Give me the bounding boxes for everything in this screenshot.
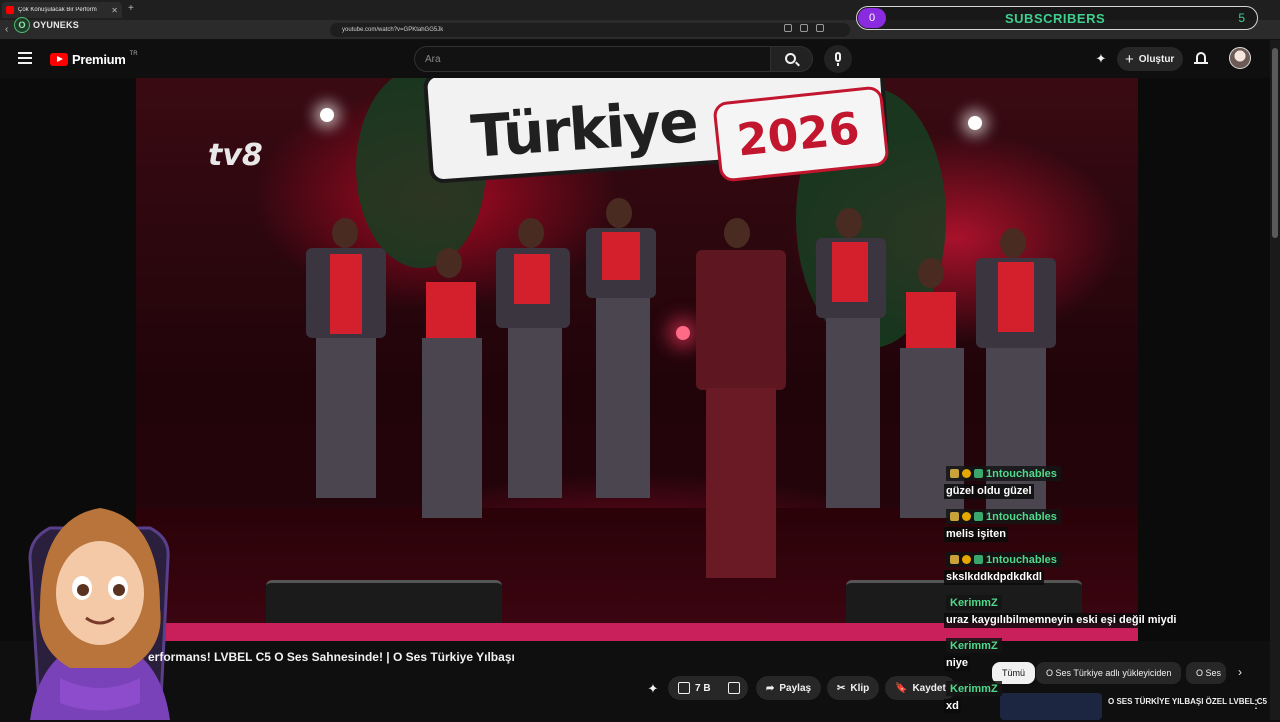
more-options-icon[interactable]: ⋮ bbox=[1250, 697, 1262, 711]
voice-search-button[interactable] bbox=[824, 45, 852, 73]
gift-badge-icon bbox=[974, 512, 983, 521]
create-button[interactable]: + Oluştur bbox=[1117, 47, 1183, 71]
like-count: 7 B bbox=[695, 682, 711, 694]
create-label: Oluştur bbox=[1138, 53, 1175, 65]
channel-watermark: tv8 bbox=[208, 138, 263, 173]
stream-chat-overlay: 1ntouchables güzel oldu güzel 1ntouchabl… bbox=[940, 464, 1200, 722]
like-button[interactable]: 7 B bbox=[668, 676, 722, 700]
chat-text: niye bbox=[944, 656, 971, 671]
chat-user: 1ntouchables bbox=[946, 509, 1061, 524]
chat-user: KerimmZ bbox=[946, 595, 1002, 610]
streamer-avatar bbox=[28, 508, 170, 720]
browser-extension-icons bbox=[784, 24, 824, 32]
sub-badge-icon bbox=[950, 512, 959, 521]
microphone-icon bbox=[835, 52, 841, 62]
chat-username: KerimmZ bbox=[950, 639, 998, 652]
stage-light bbox=[320, 108, 334, 122]
gift-badge-icon bbox=[974, 469, 983, 478]
oyuneks-brand: O OYUNEKS bbox=[14, 17, 79, 33]
translate-icon[interactable] bbox=[784, 24, 792, 32]
chat-text: güzel oldu güzel bbox=[944, 484, 1034, 499]
chat-message: KerimmZ niye bbox=[940, 636, 1200, 679]
stage-light bbox=[968, 116, 982, 130]
youtube-play-icon bbox=[50, 53, 68, 66]
chat-message: 1ntouchables melis işiten bbox=[940, 507, 1200, 550]
chat-user: 1ntouchables bbox=[946, 552, 1061, 567]
thumbs-down-icon bbox=[728, 682, 740, 694]
tab-title: Çok Konuşulacak Bir Perform bbox=[18, 7, 97, 13]
brand-name: OYUNEKS bbox=[33, 20, 79, 30]
clip-button[interactable]: ✂ Klip bbox=[827, 676, 880, 700]
search-placeholder: Ara bbox=[425, 53, 441, 65]
url-text: youtube.com/watch?v=GPKtahGG5Jk bbox=[342, 27, 444, 33]
chat-message: 1ntouchables skslkddkdpdkdkdl bbox=[940, 550, 1200, 593]
chat-username: KerimmZ bbox=[950, 596, 998, 609]
subscriber-count: 0 bbox=[858, 8, 886, 28]
address-bar[interactable]: youtube.com/watch?v=GPKtahGG5Jk bbox=[330, 23, 850, 37]
scissors-icon: ✂ bbox=[837, 682, 846, 694]
back-arrow-icon[interactable]: ‹ bbox=[5, 24, 8, 35]
oyuneks-logo-icon: O bbox=[14, 17, 30, 33]
new-tab-icon[interactable]: + bbox=[128, 3, 134, 14]
bookmark-icon: 🔖 bbox=[895, 682, 908, 694]
chat-user: KerimmZ bbox=[946, 638, 1002, 653]
chat-text: uraz kaygılıbilmemneyin eski eşi değil m… bbox=[944, 613, 1179, 628]
account-avatar[interactable] bbox=[1229, 47, 1251, 69]
sub-badge-icon bbox=[950, 555, 959, 564]
dislike-button[interactable] bbox=[722, 676, 748, 700]
bits-badge-icon bbox=[962, 512, 971, 521]
browser-tab[interactable]: Çok Konuşulacak Bir Perform ✕ bbox=[2, 2, 122, 18]
logo-text: Premium bbox=[72, 52, 126, 67]
premium-gem-icon[interactable]: ✦ bbox=[1093, 51, 1109, 67]
search-button[interactable] bbox=[771, 46, 813, 72]
bits-badge-icon bbox=[962, 469, 971, 478]
gift-badge-icon bbox=[974, 555, 983, 564]
hamburger-menu-icon[interactable] bbox=[18, 52, 32, 64]
share-label: Paylaş bbox=[779, 682, 812, 694]
subscribers-label: SUBSCRIBERS bbox=[1005, 11, 1106, 26]
chat-message: KerimmZ xd bbox=[940, 679, 1200, 722]
chevron-right-icon[interactable]: › bbox=[1238, 665, 1242, 679]
notifications-bell-icon[interactable] bbox=[1194, 51, 1208, 65]
youtube-premium-logo[interactable]: Premium TR bbox=[50, 50, 138, 67]
chat-user: 1ntouchables bbox=[946, 466, 1061, 481]
chat-username: KerimmZ bbox=[950, 682, 998, 695]
page-scrollbar[interactable] bbox=[1270, 40, 1280, 720]
search-input[interactable]: Ara bbox=[414, 46, 771, 72]
clip-label: Klip bbox=[850, 682, 870, 694]
stage-light bbox=[676, 326, 690, 340]
chat-text: xd bbox=[944, 699, 961, 714]
sub-badge-icon bbox=[950, 469, 959, 478]
share-button[interactable]: ➦ Paylaş bbox=[756, 676, 822, 700]
chat-message: 1ntouchables güzel oldu güzel bbox=[940, 464, 1200, 507]
chat-text: melis işiten bbox=[944, 527, 1008, 542]
plus-icon: + bbox=[1125, 50, 1134, 68]
close-tab-icon[interactable]: ✕ bbox=[111, 6, 118, 15]
show-logo-year: 2026 bbox=[734, 103, 862, 167]
chat-username: 1ntouchables bbox=[986, 553, 1057, 566]
share-arrow-icon: ➦ bbox=[766, 682, 775, 694]
youtube-favicon-icon bbox=[6, 6, 14, 14]
thumbs-up-icon bbox=[678, 682, 690, 694]
subscriber-goal-overlay: 0 SUBSCRIBERS 5 bbox=[856, 6, 1258, 30]
chat-username: 1ntouchables bbox=[986, 510, 1057, 523]
chat-username: 1ntouchables bbox=[986, 467, 1057, 480]
country-code: TR bbox=[129, 50, 138, 57]
zoom-icon[interactable] bbox=[800, 24, 808, 32]
show-logo-text: Türkiye bbox=[468, 87, 699, 171]
subscriber-goal: 5 bbox=[1238, 11, 1245, 25]
bits-badge-icon bbox=[962, 555, 971, 564]
chat-user: KerimmZ bbox=[946, 681, 1002, 696]
chat-message: KerimmZ uraz kaygılıbilmemneyin eski eşi… bbox=[940, 593, 1200, 636]
chat-text: skslkddkdpdkdkdl bbox=[944, 570, 1044, 585]
share-page-icon[interactable] bbox=[816, 24, 824, 32]
video-title: erformans! LVBEL C5 O Ses Sahnesinde! | … bbox=[148, 650, 515, 664]
premium-download-icon[interactable]: ✦ bbox=[645, 681, 661, 697]
